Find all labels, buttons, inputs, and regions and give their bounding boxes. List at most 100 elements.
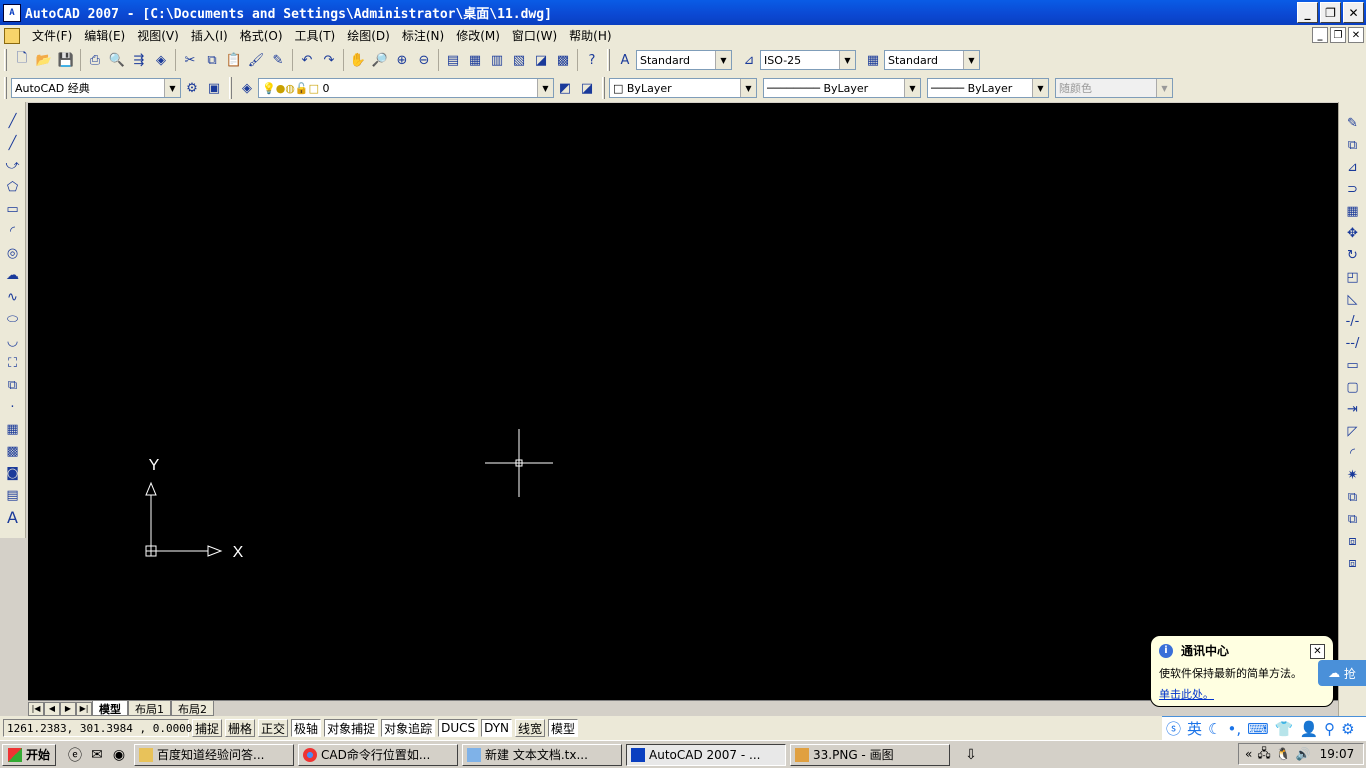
document-icon[interactable] bbox=[4, 27, 20, 44]
cut-icon[interactable]: ✂ bbox=[179, 49, 201, 71]
task-paint[interactable]: 33.PNG - 画图 bbox=[790, 743, 951, 766]
user-icon[interactable]: 👤 bbox=[1299, 720, 1318, 738]
table-icon[interactable]: ▤ bbox=[2, 484, 24, 506]
spline-icon[interactable]: ∿ bbox=[2, 286, 24, 308]
lineweight-toggle[interactable]: 线宽 bbox=[515, 719, 546, 737]
hatch-icon[interactable]: ▦ bbox=[2, 418, 24, 440]
table-style-select[interactable]: Standard ▼ bbox=[884, 50, 980, 70]
draworder-back-icon[interactable]: ⧉ bbox=[1342, 508, 1364, 530]
moon-icon[interactable]: ☾ bbox=[1208, 720, 1221, 738]
copy-icon[interactable]: ⧉ bbox=[201, 49, 223, 71]
open-icon[interactable]: 📂 bbox=[33, 49, 55, 71]
ime-logo-icon[interactable]: ⓢ bbox=[1166, 718, 1181, 739]
quick-calc-icon[interactable]: ▩ bbox=[552, 49, 574, 71]
revcloud-icon[interactable]: ☁ bbox=[2, 264, 24, 286]
draworder-front-icon[interactable]: ⧉ bbox=[1342, 486, 1364, 508]
break-icon[interactable]: ▢ bbox=[1342, 376, 1364, 398]
balloon-link[interactable]: 单击此处。 bbox=[1159, 686, 1325, 702]
cloud-grab-button[interactable]: ☁ 抢 bbox=[1318, 660, 1366, 686]
offset-icon[interactable]: ⊃ bbox=[1342, 178, 1364, 200]
menu-modify[interactable]: 修改(M) bbox=[450, 27, 506, 44]
draworder-above-icon[interactable]: ⧈ bbox=[1342, 530, 1364, 552]
workspace-settings-icon[interactable]: ⚙ bbox=[181, 77, 203, 99]
doc-close-button[interactable]: ✕ bbox=[1348, 27, 1364, 43]
scale-icon[interactable]: ◰ bbox=[1342, 266, 1364, 288]
color-select[interactable]: □ ByLayer ▼ bbox=[609, 78, 757, 98]
layer-select[interactable]: 💡●◍🔓□ 0 ▼ bbox=[258, 78, 554, 98]
toolbar-grip[interactable] bbox=[4, 49, 7, 71]
menu-format[interactable]: 格式(O) bbox=[234, 27, 289, 44]
polar-toggle[interactable]: 极轴 bbox=[291, 719, 322, 737]
workspace-save-icon[interactable]: ▣ bbox=[203, 77, 225, 99]
chamfer-icon[interactable]: ◸ bbox=[1342, 420, 1364, 442]
preview-icon[interactable]: 🔍 bbox=[106, 49, 128, 71]
chevron-down-icon[interactable]: ▼ bbox=[537, 79, 553, 97]
menu-draw[interactable]: 绘图(D) bbox=[341, 27, 396, 44]
outlook-icon[interactable]: ✉ bbox=[86, 744, 108, 766]
menu-edit[interactable]: 编辑(E) bbox=[78, 27, 131, 44]
design-center-icon[interactable]: ▦ bbox=[464, 49, 486, 71]
chevron-down-icon[interactable]: ▼ bbox=[740, 79, 756, 97]
search-icon[interactable]: ⚲ bbox=[1324, 720, 1335, 738]
model-toggle[interactable]: 模型 bbox=[548, 719, 579, 737]
mtext-icon[interactable]: A bbox=[2, 506, 24, 528]
chevron-down-icon[interactable]: ▼ bbox=[963, 51, 979, 69]
make-layer-current-icon[interactable]: ◩ bbox=[554, 77, 576, 99]
construction-line-icon[interactable]: ╱ bbox=[2, 132, 24, 154]
layer-manager-icon[interactable]: ◈ bbox=[236, 77, 258, 99]
autocad-app-icon[interactable]: A bbox=[3, 3, 21, 22]
menu-dimension[interactable]: 标注(N) bbox=[396, 27, 450, 44]
chevron-down-icon[interactable]: ▼ bbox=[839, 51, 855, 69]
menu-window[interactable]: 窗口(W) bbox=[506, 27, 563, 44]
new-icon[interactable]: 🗋 bbox=[11, 49, 33, 71]
publish-icon[interactable]: ⇶ bbox=[128, 49, 150, 71]
block-icon[interactable]: ✎ bbox=[267, 49, 289, 71]
make-block-icon[interactable]: ⧉ bbox=[2, 374, 24, 396]
pan-icon[interactable]: ✋ bbox=[347, 49, 369, 71]
match-icon[interactable]: 🖌 bbox=[245, 49, 267, 71]
menu-file[interactable]: 文件(F) bbox=[26, 27, 78, 44]
osnap-toggle[interactable]: 对象捕捉 bbox=[324, 719, 379, 737]
chevron-down-icon[interactable]: ▼ bbox=[904, 79, 920, 97]
settings-icon[interactable]: ⚙ bbox=[1341, 720, 1354, 738]
toolbar-grip[interactable] bbox=[4, 77, 7, 99]
minimize-button[interactable]: _ bbox=[1297, 2, 1318, 23]
menu-view[interactable]: 视图(V) bbox=[131, 27, 185, 44]
region-icon[interactable]: ◙ bbox=[2, 462, 24, 484]
dim-style-select[interactable]: ISO-25 ▼ bbox=[760, 50, 856, 70]
ie-icon[interactable]: ⓔ bbox=[64, 744, 86, 766]
snap-toggle[interactable]: 捕捉 bbox=[192, 719, 223, 737]
doc-restore-button[interactable]: ❐ bbox=[1330, 27, 1346, 43]
next-tab-button[interactable]: ▶ bbox=[60, 701, 76, 716]
first-tab-button[interactable]: |◀ bbox=[28, 701, 44, 716]
qq-icon[interactable]: 🐧 bbox=[1276, 747, 1291, 761]
task-notepad[interactable]: 新建 文本文档.tx... bbox=[462, 743, 623, 766]
arc-icon[interactable]: ◜ bbox=[2, 220, 24, 242]
layer-previous-icon[interactable]: ◪ bbox=[576, 77, 598, 99]
restore-button[interactable]: ❐ bbox=[1320, 2, 1341, 23]
grid-toggle[interactable]: 栅格 bbox=[225, 719, 256, 737]
help-icon[interactable]: ? bbox=[581, 49, 603, 71]
clock[interactable]: 19:07 bbox=[1320, 747, 1355, 761]
print-icon[interactable]: ⎙ bbox=[84, 49, 106, 71]
save-icon[interactable]: 💾 bbox=[55, 49, 77, 71]
tab-layout1[interactable]: 布局1 bbox=[128, 701, 171, 716]
toolbar-grip[interactable] bbox=[602, 77, 605, 99]
join-icon[interactable]: ⇥ bbox=[1342, 398, 1364, 420]
extend-icon[interactable]: --/ bbox=[1342, 332, 1364, 354]
zoom-realtime-icon[interactable]: 🔎 bbox=[369, 49, 391, 71]
linetype-select[interactable]: ──────── ByLayer ▼ bbox=[763, 78, 921, 98]
toolbar-grip[interactable] bbox=[229, 77, 232, 99]
mirror-icon[interactable]: ⊿ bbox=[1342, 156, 1364, 178]
sheet-set-icon[interactable]: ▧ bbox=[508, 49, 530, 71]
doc-minimize-button[interactable]: _ bbox=[1312, 27, 1328, 43]
language-bar-icon[interactable]: ⇩ bbox=[960, 744, 982, 766]
drawing-canvas[interactable]: Y X bbox=[28, 103, 1338, 700]
close-button[interactable]: ✕ bbox=[1343, 2, 1364, 23]
line-icon[interactable]: ╱ bbox=[2, 110, 24, 132]
task-baidu[interactable]: 百度知道经验问答... bbox=[134, 743, 295, 766]
trim-icon[interactable]: -/- bbox=[1342, 310, 1364, 332]
chevron-down-icon[interactable]: ▼ bbox=[164, 79, 180, 97]
coordinate-display[interactable]: 1261.2383, 301.3984 , 0.0000 bbox=[3, 719, 192, 737]
prev-tab-button[interactable]: ◀ bbox=[44, 701, 60, 716]
